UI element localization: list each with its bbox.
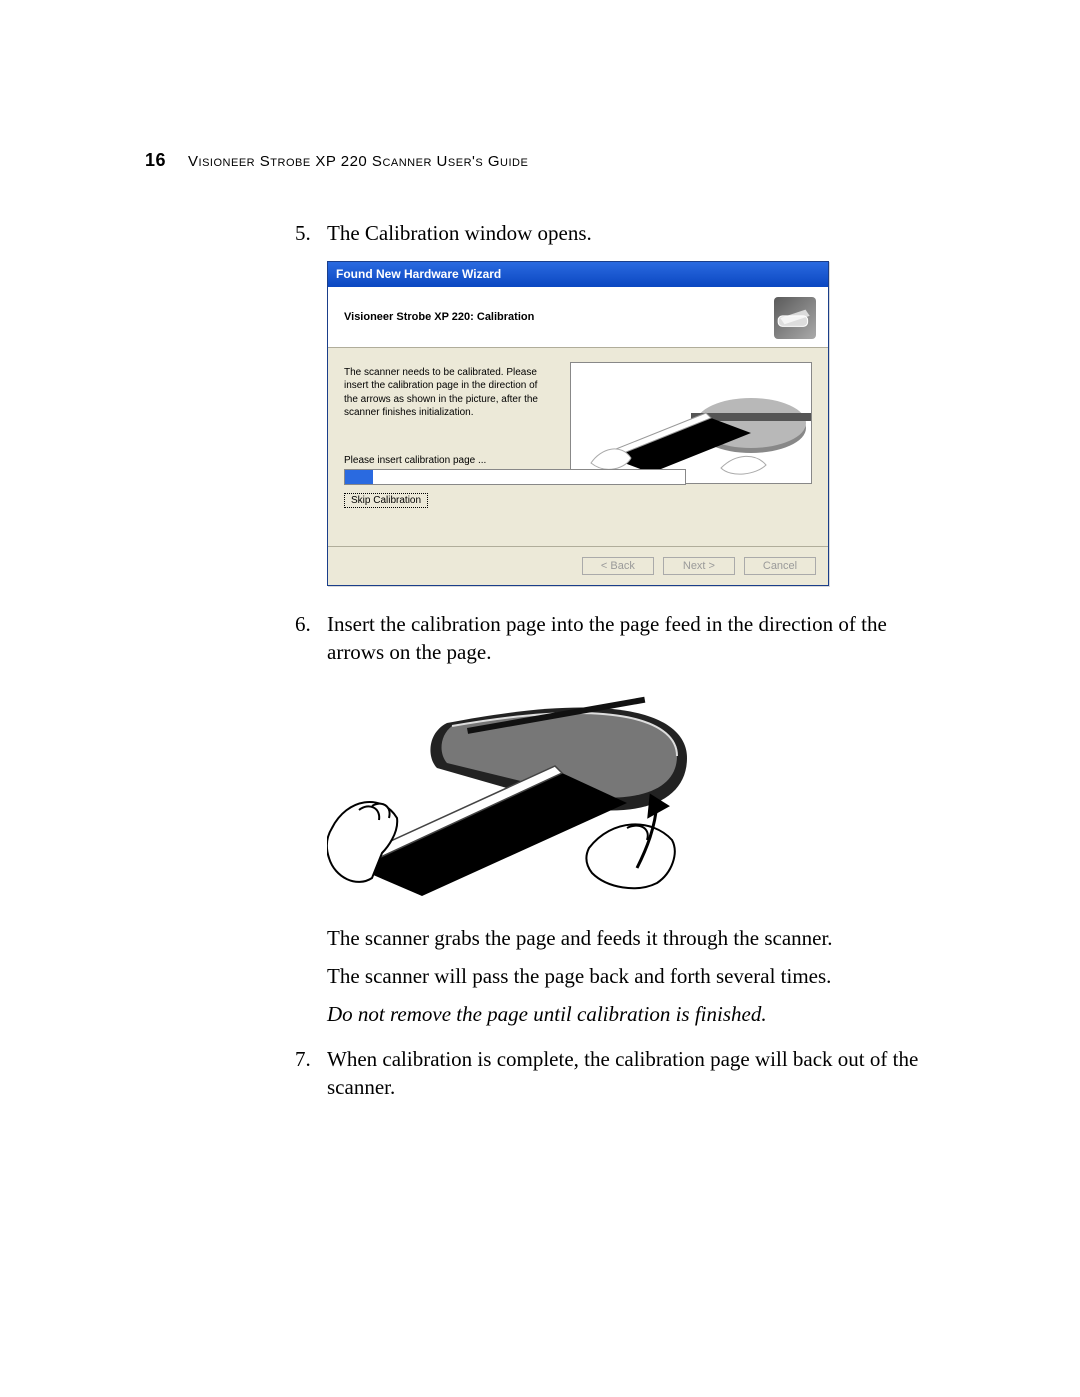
step-6-p1: The scanner grabs the page and feeds it … — [327, 924, 935, 952]
content-area: 5. The Calibration window opens. Found N… — [145, 219, 935, 1101]
step-number: 6. — [295, 610, 311, 638]
step-6-warning: Do not remove the page until calibration… — [327, 1000, 935, 1028]
wizard-titlebar: Found New Hardware Wizard — [328, 262, 828, 286]
wizard-footer: < Back Next > Cancel — [328, 546, 828, 585]
step-6: 6. Insert the calibration page into the … — [295, 610, 935, 1029]
wizard-header: Visioneer Strobe XP 220: Calibration — [328, 287, 828, 348]
cancel-button[interactable]: Cancel — [744, 557, 816, 575]
wizard-instructions: The scanner needs to be calibrated. Plea… — [344, 366, 544, 420]
next-button[interactable]: Next > — [663, 557, 735, 575]
step-6-body: The scanner grabs the page and feeds it … — [327, 924, 935, 1029]
wizard-dialog: Found New Hardware Wizard Visioneer Stro… — [327, 261, 829, 585]
illustration-svg — [327, 678, 707, 898]
back-button[interactable]: < Back — [582, 557, 654, 575]
wizard-body: The scanner needs to be calibrated. Plea… — [328, 348, 828, 546]
step-number: 5. — [295, 219, 311, 247]
scanner-icon — [774, 297, 816, 339]
page-number: 16 — [145, 150, 166, 171]
wizard-progress-bar — [344, 469, 686, 485]
wizard-picture — [570, 362, 812, 484]
step-text: The Calibration window opens. — [327, 221, 592, 245]
skip-calibration-button[interactable]: Skip Calibration — [344, 493, 428, 508]
step-text: When calibration is complete, the calibr… — [327, 1047, 918, 1099]
step-list: 5. The Calibration window opens. Found N… — [295, 219, 935, 1101]
running-header: 16 Visioneer Strobe XP 220 Scanner User'… — [145, 150, 935, 171]
header-title: Visioneer Strobe XP 220 Scanner User's G… — [188, 153, 528, 170]
step-number: 7. — [295, 1045, 311, 1073]
scanner-icon-svg — [774, 297, 816, 339]
page: 16 Visioneer Strobe XP 220 Scanner User'… — [0, 0, 1080, 1101]
wizard-picture-svg — [571, 363, 811, 483]
step-5: 5. The Calibration window opens. Found N… — [295, 219, 935, 586]
wizard-skip-row: Skip Calibration — [344, 493, 812, 508]
wizard-header-title: Visioneer Strobe XP 220: Calibration — [344, 310, 534, 325]
step-7: 7. When calibration is complete, the cal… — [295, 1045, 935, 1102]
step-text: Insert the calibration page into the pag… — [327, 612, 887, 664]
calibration-illustration — [327, 678, 935, 905]
step-6-p2: The scanner will pass the page back and … — [327, 962, 935, 990]
wizard-progress-fill — [345, 470, 373, 484]
wizard-screenshot: Found New Hardware Wizard Visioneer Stro… — [327, 261, 935, 585]
